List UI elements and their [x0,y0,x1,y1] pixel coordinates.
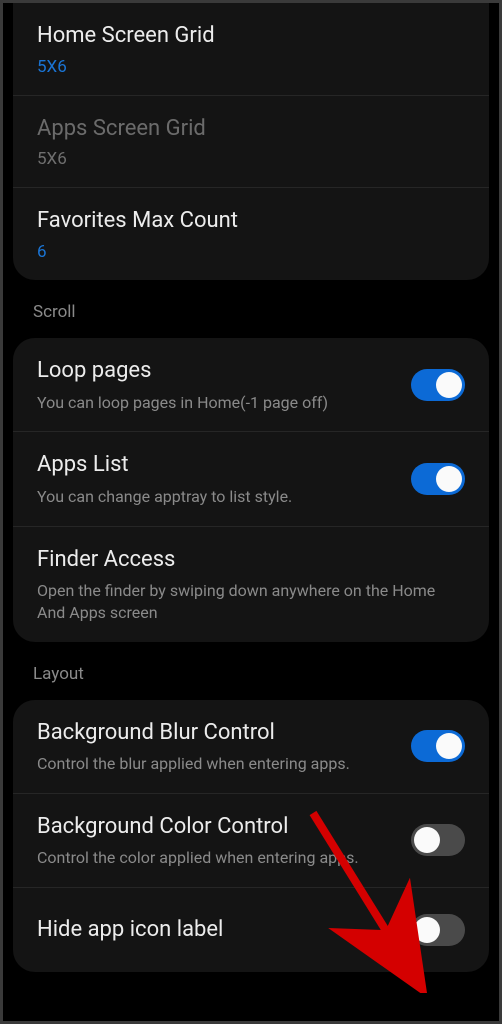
value-favorites-max-count: 6 [37,242,453,262]
title-background-blur-control: Background Blur Control [37,718,399,748]
settings-content: Home Screen Grid 5X6 Apps Screen Grid 5X… [3,3,499,972]
text-col: Background Color Control Control the col… [37,812,411,869]
grid-card: Home Screen Grid 5X6 Apps Screen Grid 5X… [13,3,489,280]
subtitle-apps-list: You can change apptray to list style. [37,486,399,508]
row-favorites-max-count[interactable]: Favorites Max Count 6 [13,188,489,280]
row-hide-app-icon-label[interactable]: Hide app icon label [13,888,489,972]
toggle-knob [436,466,462,492]
row-apps-list[interactable]: Apps List You can change apptray to list… [13,432,489,526]
title-apps-screen-grid: Apps Screen Grid [37,114,453,144]
toggle-background-color-control[interactable] [411,824,465,856]
title-hide-app-icon-label: Hide app icon label [37,915,399,945]
screen-frame: Home Screen Grid 5X6 Apps Screen Grid 5X… [0,0,502,1024]
subtitle-loop-pages: You can loop pages in Home(-1 page off) [37,392,399,414]
text-col: Hide app icon label [37,915,411,945]
text-col: Apps List You can change apptray to list… [37,450,411,507]
title-home-screen-grid: Home Screen Grid [37,21,453,51]
toggle-loop-pages[interactable] [411,369,465,401]
subtitle-background-blur-control: Control the blur applied when entering a… [37,753,399,775]
subtitle-finder-access: Open the finder by swiping down anywhere… [37,580,453,623]
text-col: Loop pages You can loop pages in Home(-1… [37,356,411,413]
title-background-color-control: Background Color Control [37,812,399,842]
row-finder-access[interactable]: Finder Access Open the finder by swiping… [13,527,489,642]
title-favorites-max-count: Favorites Max Count [37,206,453,236]
section-header-scroll: Scroll [3,288,499,332]
text-col: Favorites Max Count 6 [37,206,465,262]
toggle-background-blur-control[interactable] [411,730,465,762]
row-home-screen-grid[interactable]: Home Screen Grid 5X6 [13,3,489,96]
title-loop-pages: Loop pages [37,356,399,386]
subtitle-background-color-control: Control the color applied when entering … [37,847,399,869]
layout-card: Background Blur Control Control the blur… [13,700,489,973]
toggle-apps-list[interactable] [411,463,465,495]
value-apps-screen-grid: 5X6 [37,149,453,169]
row-apps-screen-grid: Apps Screen Grid 5X6 [13,96,489,189]
value-home-screen-grid: 5X6 [37,57,453,77]
row-background-color-control[interactable]: Background Color Control Control the col… [13,794,489,888]
toggle-knob [414,917,440,943]
text-col: Background Blur Control Control the blur… [37,718,411,775]
row-loop-pages[interactable]: Loop pages You can loop pages in Home(-1… [13,338,489,432]
toggle-hide-app-icon-label[interactable] [411,914,465,946]
title-apps-list: Apps List [37,450,399,480]
section-header-layout: Layout [3,650,499,694]
scroll-card: Loop pages You can loop pages in Home(-1… [13,338,489,641]
toggle-knob [436,733,462,759]
text-col: Apps Screen Grid 5X6 [37,114,465,170]
text-col: Home Screen Grid 5X6 [37,21,465,77]
toggle-knob [436,372,462,398]
row-background-blur-control[interactable]: Background Blur Control Control the blur… [13,700,489,794]
toggle-knob [414,827,440,853]
text-col: Finder Access Open the finder by swiping… [37,545,465,624]
title-finder-access: Finder Access [37,545,453,575]
